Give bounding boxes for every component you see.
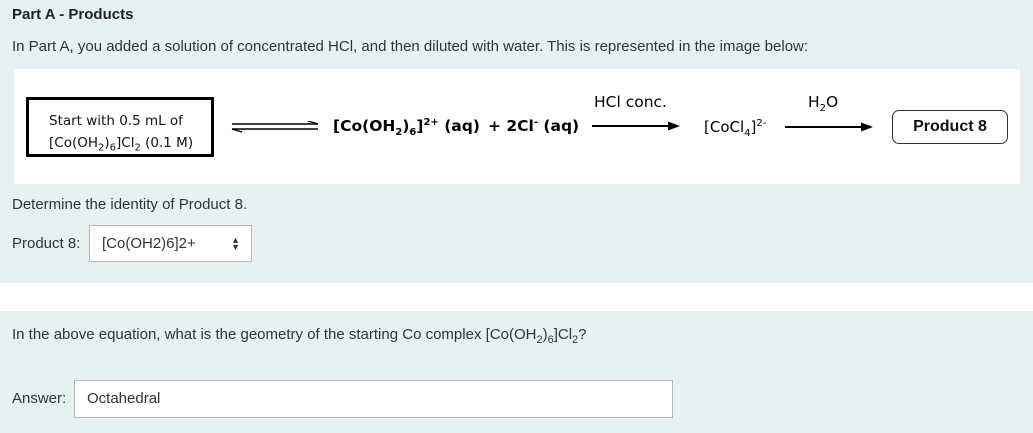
answer-label: Answer: — [12, 390, 67, 407]
equilibrium-arrow-icon — [231, 121, 319, 133]
arrow-right-icon-2 — [785, 122, 873, 132]
select-arrows-icon: ▲ ▼ — [231, 234, 240, 252]
question-1-prompt: Determine the identity of Product 8. — [12, 196, 248, 213]
chloride-ions: + 2Cl- (aq) — [488, 116, 580, 135]
reagent-water: H2O — [808, 93, 839, 115]
product-8-label: Product 8: — [12, 235, 81, 252]
panel-gap — [0, 283, 1033, 311]
answer-input[interactable]: Octahedral — [74, 380, 673, 418]
question-2-prompt: In the above equation, what is the geome… — [12, 326, 587, 346]
intermediate-complex: [CoCl4]2- — [704, 118, 767, 139]
start-formula: [Co(OH2)6]Cl2 (0.1 M) — [49, 135, 194, 154]
start-solution-box: Start with 0.5 mL of [Co(OH2)6]Cl2 (0.1 … — [26, 97, 214, 157]
part-intro: In Part A, you added a solution of conce… — [12, 38, 809, 55]
reactant-complex: [Co(OH2)6]2+ (aq) — [333, 116, 480, 139]
reagent-hcl: HCl conc. — [594, 93, 667, 111]
product-8-box: Product 8 — [892, 110, 1008, 144]
product-8-select[interactable]: [Co(OH2)6]2+ ▲ ▼ — [89, 225, 252, 262]
reaction-scheme: Start with 0.5 mL of [Co(OH2)6]Cl2 (0.1 … — [14, 69, 1020, 184]
part-title: Part A - Products — [12, 6, 134, 23]
arrow-right-icon — [592, 121, 680, 131]
product-8-selected-value: [Co(OH2)6]2+ — [102, 235, 196, 252]
start-line-1: Start with 0.5 mL of — [49, 113, 183, 129]
